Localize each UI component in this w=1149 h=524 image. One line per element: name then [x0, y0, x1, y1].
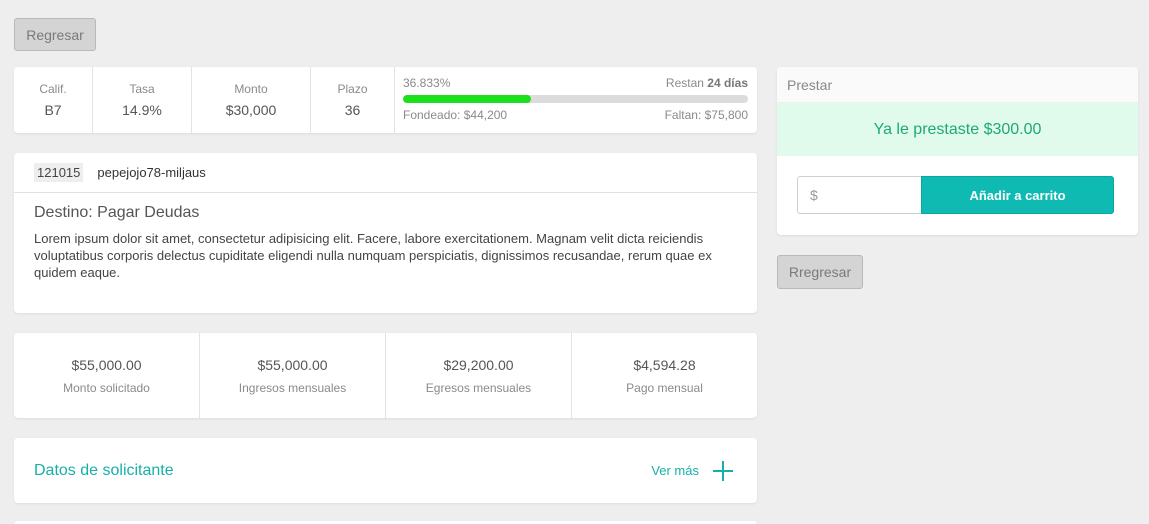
finance-label: Pago mensual: [626, 380, 703, 395]
loan-description: Lorem ipsum dolor sit amet, consectetur …: [34, 231, 712, 280]
lent-amount-message: Ya le prestaste $300.00: [777, 103, 1138, 156]
funded-amount: Fondeado: $44,200: [403, 108, 508, 122]
stat-term: Plazo 36: [311, 67, 395, 133]
finance-item-payment: $4,594.28 Pago mensual: [572, 333, 757, 418]
finance-value: $55,000.00: [71, 356, 142, 373]
stat-amount: Monto $30,000: [192, 67, 311, 133]
finance-item-expenses: $29,200.00 Egresos mensuales: [386, 333, 572, 418]
amount-field[interactable]: $: [797, 176, 921, 214]
stat-value: 36: [344, 102, 361, 118]
stat-label: Plazo: [337, 82, 368, 96]
finance-label: Egresos mensuales: [425, 380, 532, 395]
stat-value: B7: [44, 102, 62, 118]
finance-value: $29,200.00: [443, 356, 514, 373]
see-more-label: Ver más: [651, 463, 699, 478]
finance-label: Ingresos mensuales: [238, 380, 347, 395]
currency-symbol: $: [810, 187, 818, 203]
stat-label: Calif.: [39, 82, 67, 96]
progress-bar-fill: [403, 95, 531, 103]
back-button[interactable]: Regresar: [14, 18, 96, 51]
lend-panel-header: Prestar: [777, 67, 1138, 103]
funding-progress: 36.833% Restan 24 días Fondeado: $44,200…: [395, 67, 757, 133]
stat-label: Tasa: [129, 82, 155, 96]
stat-label: Monto: [234, 82, 268, 96]
finance-value: $55,000.00: [257, 356, 328, 373]
loan-id-badge: 121015: [34, 163, 84, 182]
applicant-data-card: Datos de solicitante Ver más: [14, 438, 757, 503]
lend-form: $ Añadir a carrito: [777, 156, 1138, 214]
missing-amount: Faltan: $75,800: [664, 108, 748, 122]
stat-rate: Tasa 14.9%: [93, 67, 192, 133]
add-to-cart-button[interactable]: Añadir a carrito: [921, 176, 1114, 214]
stat-rating: Calif. B7: [14, 67, 93, 133]
lend-panel: Prestar Ya le prestaste $300.00 $ Añadir…: [777, 67, 1138, 235]
days-remaining: Restan 24 días: [665, 76, 748, 90]
funding-percent: 36.833%: [403, 76, 451, 90]
see-more-button[interactable]: Ver más: [651, 460, 733, 481]
finance-item-requested: $55,000.00 Monto solicitado: [14, 333, 200, 418]
loan-detail-card: 121015 pepejojo78-miljaus Destino: Pagar…: [14, 153, 757, 313]
loan-purpose-title: Destino: Pagar Deudas: [34, 204, 200, 221]
amount-input[interactable]: [821, 187, 912, 203]
applicant-section-title: Datos de solicitante: [34, 461, 174, 479]
finance-summary-card: $55,000.00 Monto solicitado $55,000.00 I…: [14, 333, 757, 418]
side-back-button[interactable]: Rregresar: [777, 255, 863, 289]
loan-header: 121015 pepejojo78-miljaus: [14, 153, 757, 193]
stat-value: $30,000: [225, 102, 277, 118]
finance-label: Monto solicitado: [63, 380, 150, 395]
loan-stats-card: Calif. B7 Tasa 14.9% Monto $30,000 Plazo…: [14, 67, 757, 133]
borrower-username: pepejojo78-miljaus: [97, 165, 206, 180]
finance-item-income: $55,000.00 Ingresos mensuales: [200, 333, 386, 418]
progress-bar: [403, 95, 748, 103]
plus-icon[interactable]: [713, 460, 733, 481]
stat-value: 14.9%: [122, 102, 162, 118]
finance-value: $4,594.28: [633, 356, 696, 373]
